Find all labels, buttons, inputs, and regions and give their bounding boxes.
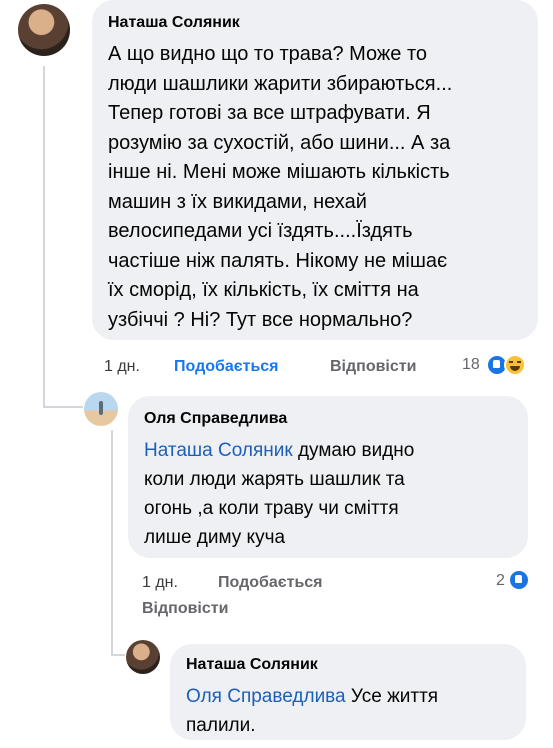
comment-line: Тепер готові за все штрафувати. Я [108,102,431,124]
avatar[interactable] [84,392,118,426]
comment-line: велосипедами усі їздять....Їздять [108,220,413,242]
comment-line: узбіччі ? Ні? Тут все нормально? [108,308,413,331]
thread-line [43,66,45,408]
reply-button[interactable]: Відповісти [142,600,228,618]
comment-author[interactable]: Наташа Соляник [186,656,318,674]
comment-line: А що видно що то трава? Може то [108,43,428,65]
reaction-count[interactable]: 2 [496,572,505,590]
haha-icon[interactable] [504,354,526,376]
comment-line: машин з їх викидами, нехай [108,190,367,213]
comment-author[interactable]: Наташа Соляник [108,14,240,32]
avatar[interactable] [18,4,70,56]
comment-line: лише диму куча [144,527,286,548]
thread-line-curve-2 [111,654,125,656]
comment-timestamp[interactable]: 1 дн. [104,358,140,376]
avatar[interactable] [126,640,160,674]
comment-line: Оля Справедлива Усе життя [186,682,522,711]
haha-mouth [510,366,520,371]
comment-author[interactable]: Оля Справедлива [144,410,287,428]
comment-timestamp[interactable]: 1 дн. [142,574,178,592]
like-button[interactable]: Подобається [174,358,279,376]
comment-line: огонь ,а коли траву чи сміття [144,498,399,519]
like-button[interactable]: Подобається [218,574,323,592]
mention-link[interactable]: Наташа Соляник [144,440,293,461]
comment-text: Наташа Соляник думаю видно коли люди жар… [144,436,524,552]
comment-line: палили. [186,715,256,736]
comment-line: їх сморід, їх кількість, їх сміття на [108,279,419,301]
reply-button[interactable]: Відповісти [330,358,416,376]
comment-line: інше ні. Мені може мішають кількість [108,161,450,183]
comment-line: Наташа Соляник думаю видно [144,436,524,465]
comment-line: розумію за сухостій, або шини... А за [108,131,451,154]
comment-text: Оля Справедлива Усе життя палили. [186,682,522,740]
mention-link[interactable]: Оля Справедлива [186,686,346,707]
comment-line: люди шашлики жарити збираються... [108,72,453,95]
comment-text: А що видно що то трава? Може то люди шаш… [108,40,536,335]
comment-line: частіше ніж палять. Нікому не мішає [108,249,448,272]
thread-line-2 [111,430,113,654]
thread-line-curve [43,406,83,408]
comment-line: коли люди жарять шашлик та [144,469,405,490]
like-icon[interactable] [508,569,530,591]
comment-line-text: думаю видно [292,440,415,461]
reaction-count[interactable]: 18 [462,356,480,374]
comment-line-text: Усе життя [345,686,439,707]
